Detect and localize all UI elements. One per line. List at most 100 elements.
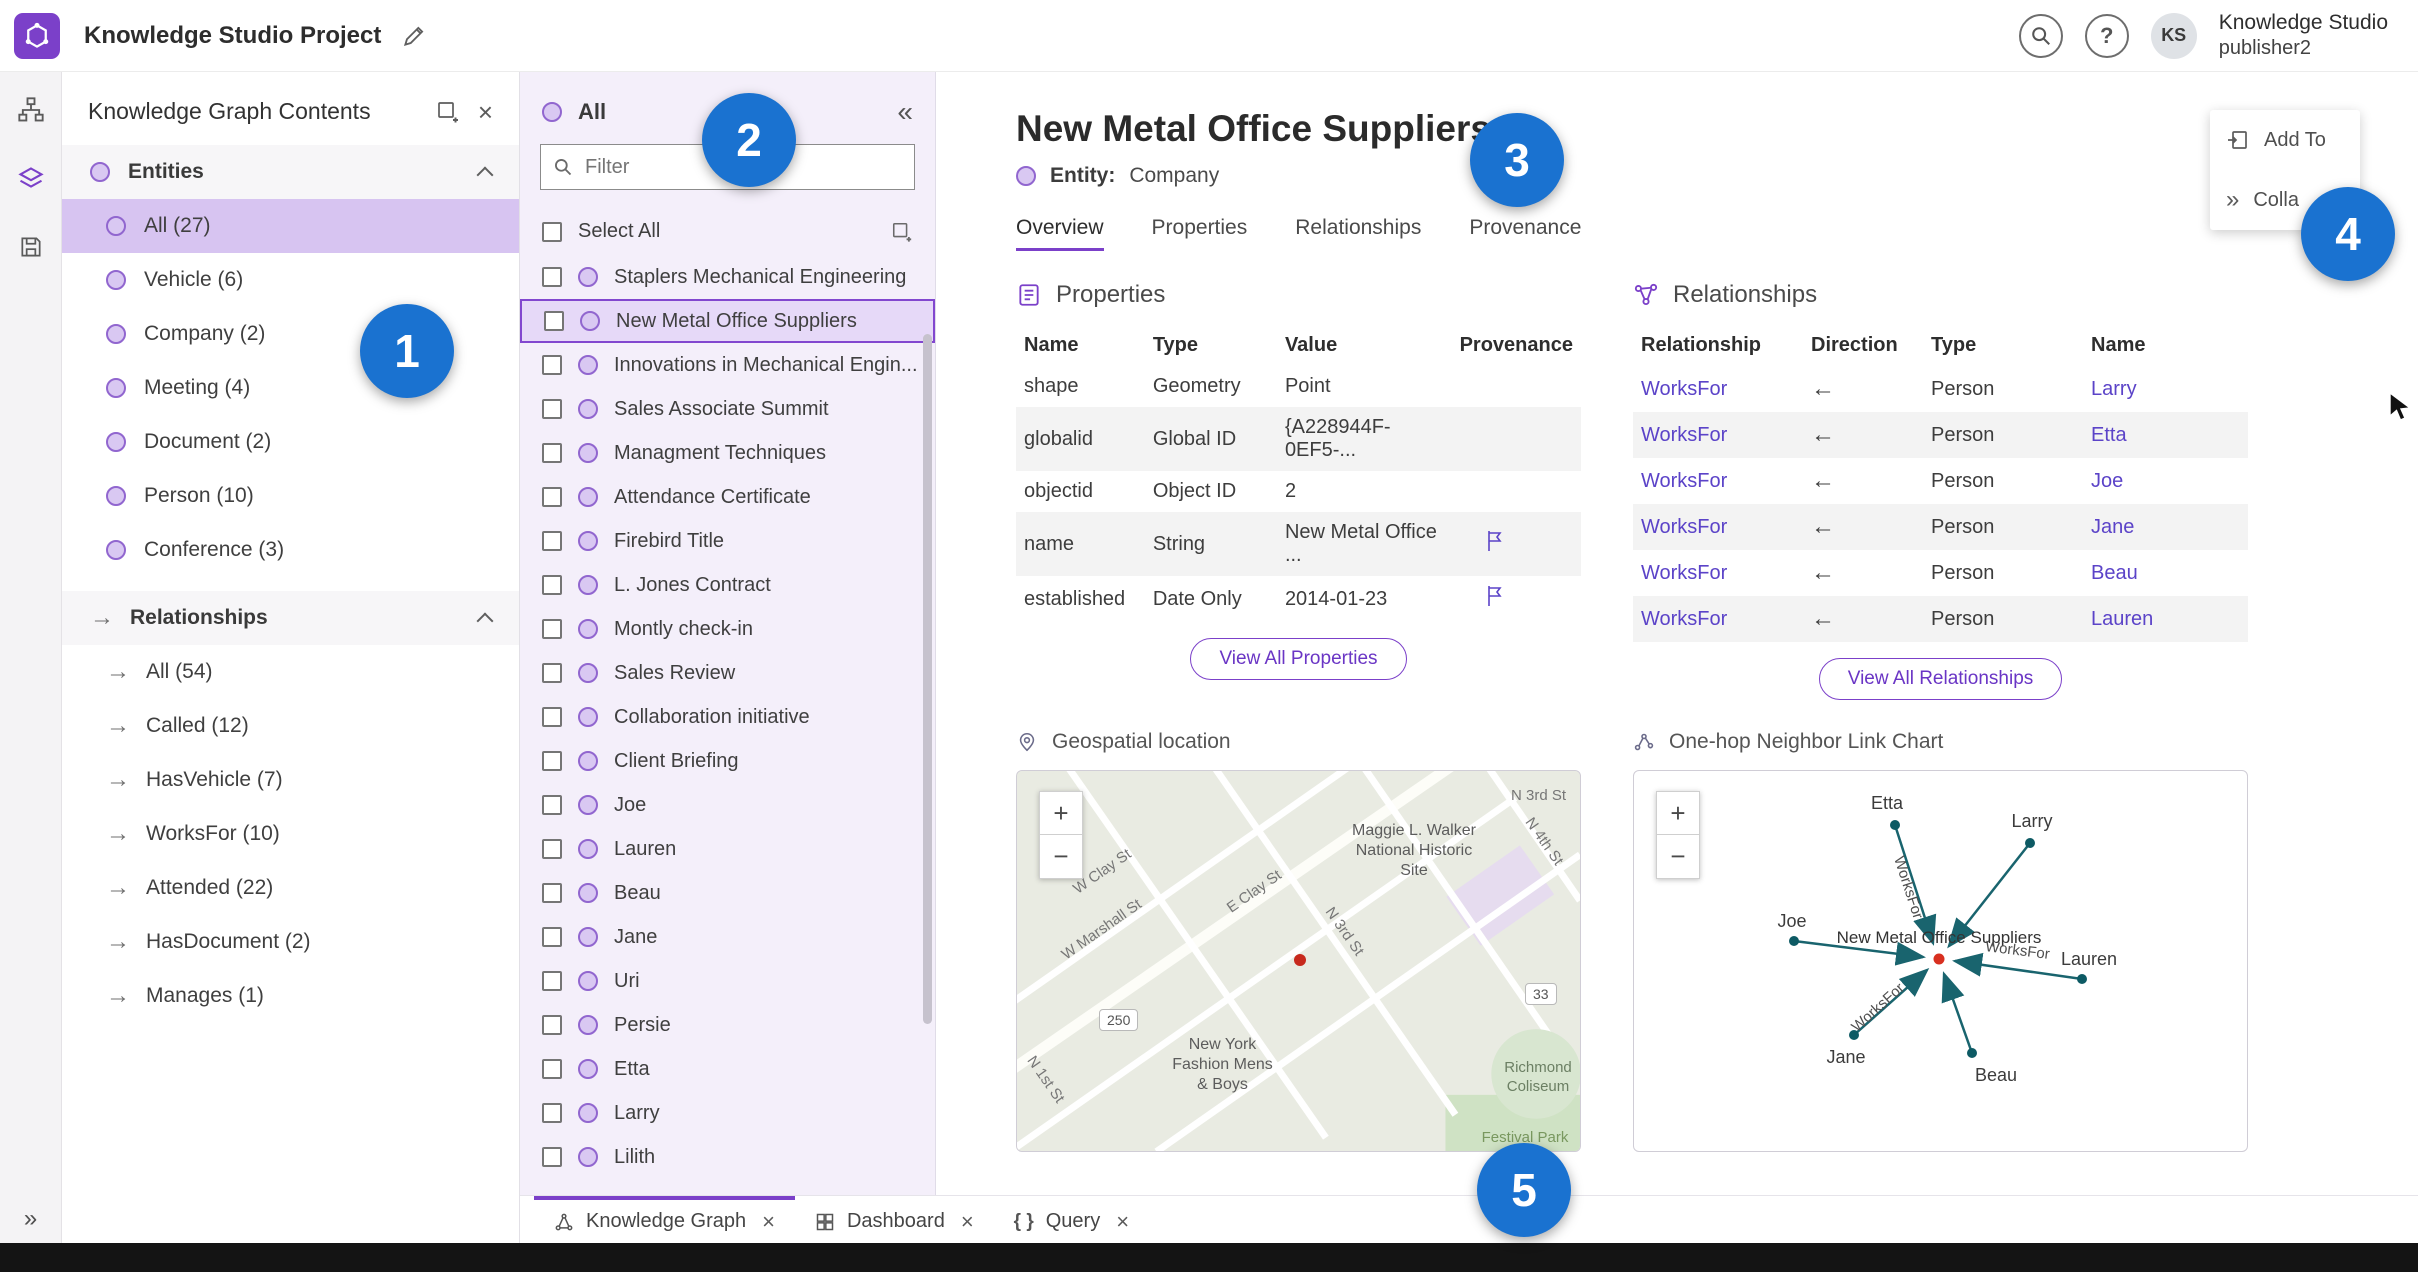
relationship-filter-all[interactable]: → All (54)	[62, 645, 519, 699]
tab-dashboard[interactable]: Dashboard ×	[795, 1196, 994, 1243]
entity-filter-person[interactable]: Person (10)	[62, 469, 519, 523]
list-item[interactable]: Larry	[520, 1091, 935, 1135]
item-checkbox[interactable]	[542, 1059, 562, 1079]
help-button[interactable]: ?	[2084, 13, 2129, 58]
item-checkbox[interactable]	[542, 355, 562, 375]
related-entity-link[interactable]: Lauren	[2091, 608, 2153, 630]
node-dot[interactable]	[1967, 1048, 1977, 1058]
list-item[interactable]: Montly check-in	[520, 607, 935, 651]
tab-knowledge-graph[interactable]: Knowledge Graph ×	[534, 1196, 795, 1243]
list-item[interactable]: Uri	[520, 959, 935, 1003]
related-entity-link[interactable]: Joe	[2091, 470, 2123, 492]
entity-filter-meeting[interactable]: Meeting (4)	[62, 361, 519, 415]
item-checkbox[interactable]	[542, 531, 562, 551]
map[interactable]: + − N 3rd St N 4th St W Clay St E Clay S…	[1016, 770, 1581, 1152]
list-item[interactable]: Sales Associate Summit	[520, 387, 935, 431]
avatar[interactable]: KS	[2150, 12, 2197, 59]
relationship-filter-worksfor[interactable]: → WorksFor (10)	[62, 807, 519, 861]
entity-filter-all[interactable]: All (27)	[62, 199, 519, 253]
account-info[interactable]: Knowledge Studio publisher2	[2219, 10, 2388, 61]
close-tab-icon[interactable]: ×	[762, 1209, 775, 1235]
entities-section-header[interactable]: Entities	[62, 145, 519, 199]
entity-location-marker[interactable]	[1294, 954, 1306, 966]
list-item[interactable]: Attendance Certificate	[520, 475, 935, 519]
entity-filter-vehicle[interactable]: Vehicle (6)	[62, 253, 519, 307]
list-item[interactable]: Staplers Mechanical Engineering	[520, 255, 935, 299]
item-checkbox[interactable]	[542, 839, 562, 859]
relationship-link[interactable]: WorksFor	[1641, 608, 1727, 630]
edit-title-icon[interactable]	[401, 23, 427, 49]
item-checkbox[interactable]	[542, 751, 562, 771]
list-item[interactable]: Firebird Title	[520, 519, 935, 563]
item-checkbox[interactable]	[542, 443, 562, 463]
view-all-relationships-button[interactable]: View All Relationships	[1818, 658, 2063, 700]
list-item[interactable]: Joe	[520, 783, 935, 827]
item-checkbox[interactable]	[542, 1147, 562, 1167]
zoom-out-button[interactable]: −	[1039, 835, 1083, 879]
provenance-icon[interactable]	[1484, 585, 1504, 607]
entity-filter-conference[interactable]: Conference (3)	[62, 523, 519, 577]
provenance-icon[interactable]	[1484, 530, 1504, 552]
entity-filter-document[interactable]: Document (2)	[62, 415, 519, 469]
relationships-section-header[interactable]: → Relationships	[62, 591, 519, 645]
zoom-in-button[interactable]: +	[1656, 791, 1700, 835]
item-checkbox[interactable]	[542, 487, 562, 507]
relationship-link[interactable]: WorksFor	[1641, 562, 1727, 584]
list-scrollbar[interactable]	[923, 334, 932, 1024]
list-item[interactable]: Managment Techniques	[520, 431, 935, 475]
relationship-link[interactable]: WorksFor	[1641, 516, 1727, 538]
relationship-filter-attended[interactable]: → Attended (22)	[62, 861, 519, 915]
relationship-filter-hasdocument[interactable]: → HasDocument (2)	[62, 915, 519, 969]
data-model-icon[interactable]	[17, 96, 45, 129]
save-icon[interactable]	[18, 234, 44, 265]
relationship-link[interactable]: WorksFor	[1641, 378, 1727, 400]
list-item[interactable]: Collaboration initiative	[520, 695, 935, 739]
collapse-panel-icon[interactable]: «	[897, 96, 913, 128]
list-item[interactable]: Etta	[520, 1047, 935, 1091]
item-checkbox[interactable]	[542, 399, 562, 419]
item-checkbox[interactable]	[542, 707, 562, 727]
item-checkbox[interactable]	[542, 795, 562, 815]
menu-item-add-to[interactable]: Add To	[2210, 110, 2360, 170]
zoom-in-button[interactable]: +	[1039, 791, 1083, 835]
item-checkbox[interactable]	[542, 883, 562, 903]
item-checkbox[interactable]	[542, 927, 562, 947]
list-item[interactable]: Persie	[520, 1003, 935, 1047]
tab-provenance[interactable]: Provenance	[1469, 216, 1581, 251]
tab-query[interactable]: { } Query ×	[994, 1196, 1149, 1243]
node-dot[interactable]	[2077, 974, 2087, 984]
node-dot[interactable]	[1890, 820, 1900, 830]
list-item-selected[interactable]: New Metal Office Suppliers	[520, 299, 935, 343]
tab-relationships[interactable]: Relationships	[1295, 216, 1421, 251]
expand-rail-icon[interactable]: »	[0, 1205, 61, 1233]
tab-overview[interactable]: Overview	[1016, 216, 1104, 251]
list-item[interactable]: L. Jones Contract	[520, 563, 935, 607]
link-chart[interactable]: + − Etta Larry Joe Lauren Jane Beau New …	[1633, 770, 2248, 1152]
node-dot[interactable]	[2025, 838, 2035, 848]
center-node-dot[interactable]	[1933, 953, 1945, 965]
close-tab-icon[interactable]: ×	[1116, 1209, 1129, 1235]
item-checkbox[interactable]	[542, 1103, 562, 1123]
add-content-icon[interactable]	[436, 100, 460, 124]
zoom-out-button[interactable]: −	[1656, 835, 1700, 879]
list-item[interactable]: Sales Review	[520, 651, 935, 695]
relationship-link[interactable]: WorksFor	[1641, 470, 1727, 492]
related-entity-link[interactable]: Jane	[2091, 516, 2134, 538]
item-checkbox[interactable]	[542, 575, 562, 595]
related-entity-link[interactable]: Beau	[2091, 562, 2138, 584]
tab-properties[interactable]: Properties	[1152, 216, 1248, 251]
related-entity-link[interactable]: Larry	[2091, 378, 2137, 400]
item-checkbox[interactable]	[542, 619, 562, 639]
search-button[interactable]	[2018, 13, 2063, 58]
item-checkbox[interactable]	[542, 971, 562, 991]
layers-icon[interactable]	[17, 165, 45, 198]
item-checkbox[interactable]	[542, 267, 562, 287]
relationship-link[interactable]: WorksFor	[1641, 424, 1727, 446]
item-checkbox[interactable]	[544, 311, 564, 331]
add-selected-icon[interactable]	[891, 221, 913, 243]
knowledge-studio-logo-icon[interactable]	[14, 12, 60, 59]
relationship-filter-called[interactable]: → Called (12)	[62, 699, 519, 753]
list-item[interactable]: Innovations in Mechanical Engin...	[520, 343, 935, 387]
list-item[interactable]: Lauren	[520, 827, 935, 871]
list-item[interactable]: Lilith	[520, 1135, 935, 1179]
